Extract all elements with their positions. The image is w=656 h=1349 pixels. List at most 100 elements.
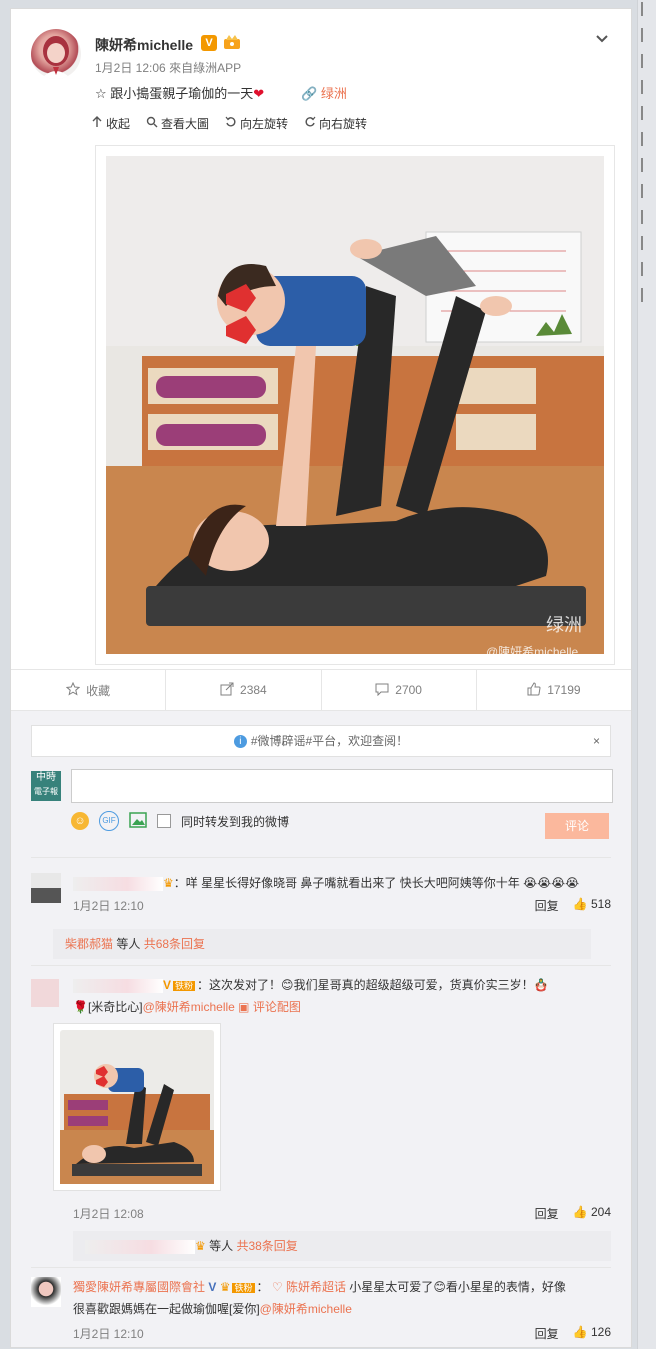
- like-button[interactable]: 👍 518: [573, 897, 611, 914]
- like-button[interactable]: 👍 126: [573, 1325, 611, 1342]
- topic-icon: ♡: [271, 1280, 283, 1294]
- divider: [31, 1267, 611, 1268]
- like-count: 17199: [547, 683, 581, 697]
- notice-text[interactable]: #微博辟谣#平台，欢迎查阅！: [251, 734, 408, 748]
- commenter-avatar[interactable]: [31, 873, 61, 903]
- repost-button[interactable]: 2384: [166, 670, 322, 710]
- comment-text-a: 小星星太可爱了: [345, 1280, 434, 1294]
- comment-section: i #微博辟谣#平台，欢迎查阅！ × 中時 電子報 ☺ GIF 同时转发到我的微博…: [11, 711, 631, 1347]
- picture-icon: ▣: [238, 1000, 250, 1014]
- replies-count-link[interactable]: 共68条回复: [144, 937, 205, 951]
- oasis-watermark: 绿洲: [546, 615, 582, 635]
- sidebar-tick[interactable]: [641, 54, 656, 68]
- sidebar-tick[interactable]: [641, 106, 656, 120]
- like-button[interactable]: 👍 204: [573, 1205, 611, 1222]
- post-username[interactable]: 陳妍希michelle: [95, 35, 193, 55]
- topic-link[interactable]: ♡ 陈妍希超话: [272, 1280, 346, 1294]
- mention-link[interactable]: @陳妍希michelle: [260, 1302, 352, 1316]
- rotate-right-button[interactable]: 向右旋转: [304, 115, 367, 132]
- post-photo[interactable]: 绿洲 @陳妍希michelle: [95, 145, 615, 665]
- magnifier-icon: [146, 116, 158, 131]
- comment-input[interactable]: [71, 769, 613, 803]
- replies-count-link[interactable]: 共38条回复: [236, 1239, 297, 1253]
- sidebar-tick[interactable]: [641, 236, 656, 250]
- post-action-bar: 收藏 2384 2700 17199: [11, 669, 631, 717]
- sidebar-tick[interactable]: [641, 288, 656, 302]
- user-avatar[interactable]: [31, 29, 81, 79]
- chevron-down-icon[interactable]: [595, 31, 609, 47]
- collapse-label: 收起: [106, 117, 131, 131]
- reply-button[interactable]: 回复: [535, 1325, 559, 1342]
- view-large-button[interactable]: 查看大圖: [146, 115, 209, 132]
- composer-tools: ☺ GIF 同时转发到我的微博: [71, 811, 289, 831]
- doll-emoji-icon: 🪆: [533, 978, 549, 992]
- weibo-post-card: 陳妍希michelle V 1月2日 12:06 來自綠洲APP ☆ 跟小搗蛋親…: [10, 8, 632, 1348]
- close-icon[interactable]: ×: [593, 726, 600, 756]
- repost-count: 2384: [240, 683, 267, 697]
- rumor-notice: i #微博辟谣#平台，欢迎查阅！ ×: [31, 725, 611, 757]
- comment-text-c: [米奇比心]: [87, 1000, 143, 1014]
- user-watermark: @陳妍希michelle: [486, 644, 579, 659]
- sidebar-tick[interactable]: [641, 132, 656, 146]
- commenter-name[interactable]: 獨愛陳妍希專屬國際會社: [73, 1280, 205, 1294]
- image-icon[interactable]: [129, 811, 147, 831]
- comment-picture[interactable]: [53, 1023, 221, 1191]
- repost-checkbox[interactable]: [157, 814, 171, 828]
- sidebar-tick[interactable]: [641, 80, 656, 94]
- gif-icon[interactable]: GIF: [99, 811, 119, 831]
- comment-time: 1月2日 12:10: [73, 1327, 144, 1341]
- heart-icon: ❤: [253, 86, 265, 101]
- emoji-icon[interactable]: ☺: [71, 812, 89, 830]
- post-text-content: ☆ 跟小搗蛋親子瑜伽的一天: [95, 86, 254, 101]
- verified-icon: V: [201, 35, 217, 51]
- comment-time: 1月2日 12:08: [73, 1207, 144, 1221]
- comment-button[interactable]: 2700: [322, 670, 477, 717]
- replies-mid: 等人: [113, 937, 144, 951]
- replier-link[interactable]: 柴郡郝猫: [65, 937, 113, 951]
- logo-line-1: 中時: [36, 772, 56, 783]
- mention-link[interactable]: @陳妍希michelle: [143, 1000, 235, 1014]
- comment-ops: 回复 👍 518: [535, 897, 611, 914]
- crown-icon: ♛: [219, 1280, 231, 1294]
- sidebar-tick[interactable]: [641, 184, 656, 198]
- sidebar-tick[interactable]: [641, 262, 656, 276]
- link-icon: 🔗: [301, 86, 318, 101]
- thumbs-up-icon: [527, 681, 541, 699]
- collapse-icon: [91, 116, 103, 131]
- like-button[interactable]: 17199: [477, 670, 631, 710]
- reply-button[interactable]: 回复: [535, 1205, 559, 1222]
- sidebar-tick[interactable]: [641, 210, 656, 224]
- post-meta: 1月2日 12:06 來自綠洲APP: [95, 59, 241, 76]
- rotate-left-label: 向左旋转: [240, 117, 289, 131]
- oasis-link[interactable]: 🔗 绿洲: [301, 83, 347, 102]
- repost-icon: [220, 682, 234, 699]
- collapse-button[interactable]: 收起: [91, 115, 130, 132]
- comment-icon: [375, 682, 389, 699]
- comment-pic-link[interactable]: ▣ 评论配图: [238, 1000, 301, 1014]
- post-timestamp[interactable]: 1月2日 12:06: [95, 61, 166, 75]
- comment-time: 1月2日 12:10: [73, 899, 144, 913]
- reply-button[interactable]: 回复: [535, 897, 559, 914]
- verified-icon: V: [208, 1280, 217, 1294]
- chinatimes-logo: 中時 電子報: [31, 771, 61, 801]
- submit-comment-button[interactable]: 评论: [545, 813, 609, 839]
- rotate-right-label: 向右旋转: [319, 117, 368, 131]
- sidebar-tick[interactable]: [641, 28, 656, 42]
- fan-badge: 铁粉: [173, 981, 196, 991]
- favorite-button[interactable]: 收藏: [11, 670, 167, 710]
- commenter-name-blurred[interactable]: [73, 876, 163, 891]
- comment-text-b: 我们星哥真的超级超级可爱，货真价实三岁！: [293, 978, 534, 992]
- commenter-avatar[interactable]: [31, 979, 59, 1007]
- comment-text-b: 看小星星的表情，好像: [445, 1280, 566, 1294]
- like-count: 126: [590, 1325, 611, 1339]
- commenter-name-blurred[interactable]: [73, 978, 163, 993]
- sidebar-tick[interactable]: [641, 158, 656, 172]
- comment-ops: 回复 👍 126: [535, 1325, 611, 1342]
- replier-name-blurred[interactable]: [85, 1239, 195, 1254]
- rotate-left-button[interactable]: 向左旋转: [225, 115, 288, 132]
- comment-text: ：咩 星星长得好像晓哥 鼻子嘴就看出来了 快长大吧阿姨等你十年 😭😭😭😭: [173, 876, 580, 890]
- comment-count: 2700: [395, 683, 422, 697]
- replies-mid: 等人: [205, 1239, 237, 1253]
- sidebar-tick[interactable]: [641, 2, 656, 16]
- commenter-avatar[interactable]: [31, 1277, 61, 1307]
